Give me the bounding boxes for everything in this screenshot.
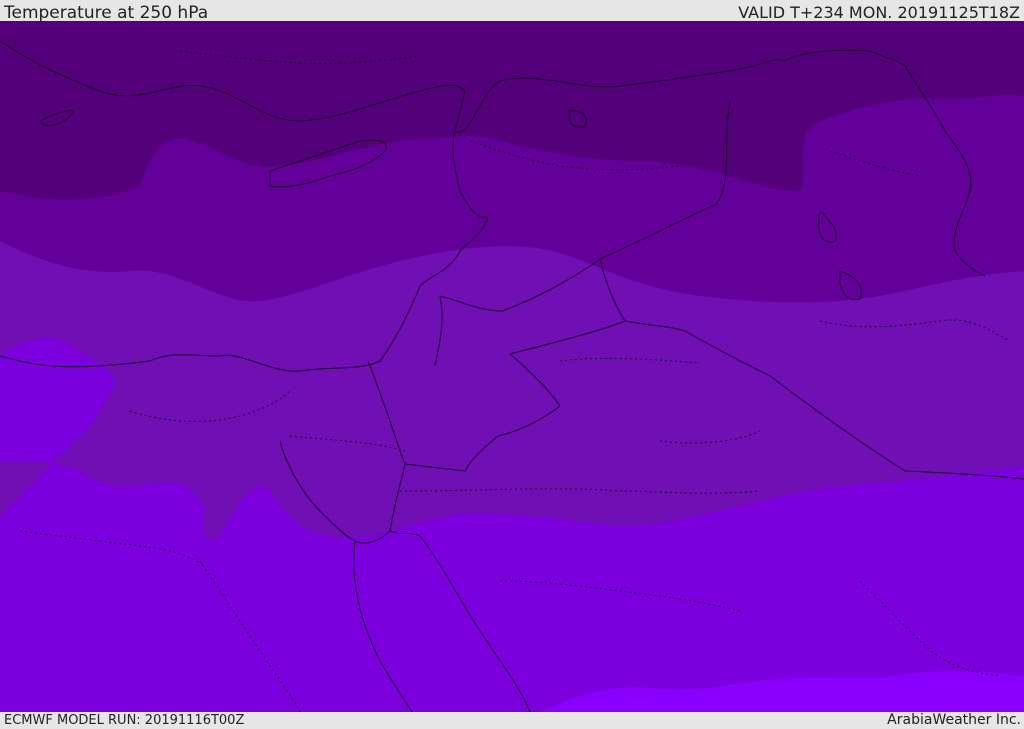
map-title: Temperature at 250 hPa: [4, 3, 209, 23]
credit-label: ArabiaWeather Inc.: [887, 712, 1021, 728]
valid-time: VALID T+234 MON. 20191125T18Z: [738, 3, 1020, 22]
model-run-label: ECMWF MODEL RUN: 20191116T00Z: [4, 713, 245, 728]
temperature-map[interactable]: [0, 21, 1024, 712]
top-header-bar: Temperature at 250 hPa VALID T+234 MON. …: [0, 0, 1024, 23]
map-canvas: [0, 21, 1024, 712]
bottom-footer-bar: ECMWF MODEL RUN: 20191116T00Z ArabiaWeat…: [0, 712, 1024, 729]
